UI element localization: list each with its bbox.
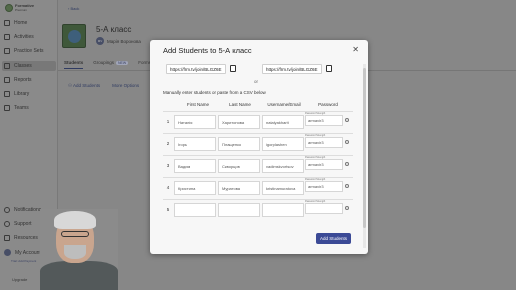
password-input[interactable] [305,203,343,214]
col-username: Username/Email [267,102,301,107]
copy-icon-2[interactable] [325,65,332,72]
first-name-input[interactable]: Кристина [174,181,216,195]
join-link-field-2[interactable]: https://frm.tv/join/BLGZ6E [262,63,322,74]
last-name-input[interactable]: Харитонова [218,115,260,129]
add-students-button[interactable]: Add Students [315,233,351,244]
eye-icon[interactable] [345,118,349,122]
username-input[interactable] [262,203,304,217]
password-cell: Password Strength armavir3 [305,156,349,173]
table-row: 5 Password Strength [163,199,353,219]
last-name-input[interactable]: Скворцов [218,159,260,173]
instructions-text: Manually enter students or paste from a … [163,90,266,95]
first-name-input[interactable]: Ігорь [174,137,216,151]
first-name-input[interactable]: Вадим [174,159,216,173]
password-cell: Password Strength armavir3 [305,178,349,195]
password-cell: Password Strength [305,200,349,217]
modal-scrollbar[interactable] [363,64,366,248]
password-input[interactable]: armavir3 [305,159,343,170]
eye-icon[interactable] [345,140,349,144]
row-number: 4 [166,185,170,190]
row-number: 2 [166,141,170,146]
table-row: 4 Кристина Муратова kristinamuratova Pas… [163,177,353,197]
join-link-field[interactable]: https://frm.tv/join/BLGZ6E [166,63,226,74]
password-cell: Password Strength armavir3 [305,134,349,151]
username-input[interactable]: kristinamuratova [262,181,304,195]
col-password: Password [318,102,338,107]
last-name-input[interactable]: Плащенко [218,137,260,151]
join-link-row-2: https://frm.tv/join/BLGZ6E [262,63,332,74]
row-number: 3 [166,163,170,168]
eye-icon[interactable] [345,184,349,188]
col-first-name: First Name [186,102,209,107]
username-input[interactable]: natalyakharit [262,115,304,129]
join-link-row-1: https://frm.tv/join/BLGZ6E [166,63,236,74]
table-row: 1 Наталія Харитонова natalyakharit Passw… [163,111,353,131]
table-row: 3 Вадим Скворцов vadimskvortsov Password… [163,155,353,175]
copy-icon[interactable] [229,65,236,72]
close-icon[interactable]: ✕ [352,45,359,54]
password-input[interactable]: armavir3 [305,115,343,126]
or-divider: or [254,79,259,84]
username-input[interactable]: vadimskvortsov [262,159,304,173]
eye-icon[interactable] [345,162,349,166]
password-cell: Password Strength armavir3 [305,112,349,129]
row-number: 5 [166,207,170,212]
password-input[interactable]: armavir3 [305,181,343,192]
last-name-input[interactable]: Муратова [218,181,260,195]
webcam-video [40,209,118,290]
first-name-input[interactable]: Наталія [174,115,216,129]
col-last-name: Last Name [229,102,251,107]
last-name-input[interactable] [218,203,260,217]
scrollbar-thumb[interactable] [363,68,366,228]
username-input[interactable]: igorplashen [262,137,304,151]
first-name-input[interactable] [174,203,216,217]
add-students-modal: Add Students to 5-А класс ✕ https://frm.… [150,40,368,254]
password-input[interactable]: armavir3 [305,137,343,148]
eye-icon[interactable] [345,206,349,210]
table-row: 2 Ігорь Плащенко igorplashen Password St… [163,133,353,153]
row-number: 1 [166,119,170,124]
modal-title: Add Students to 5-А класс [163,46,252,55]
